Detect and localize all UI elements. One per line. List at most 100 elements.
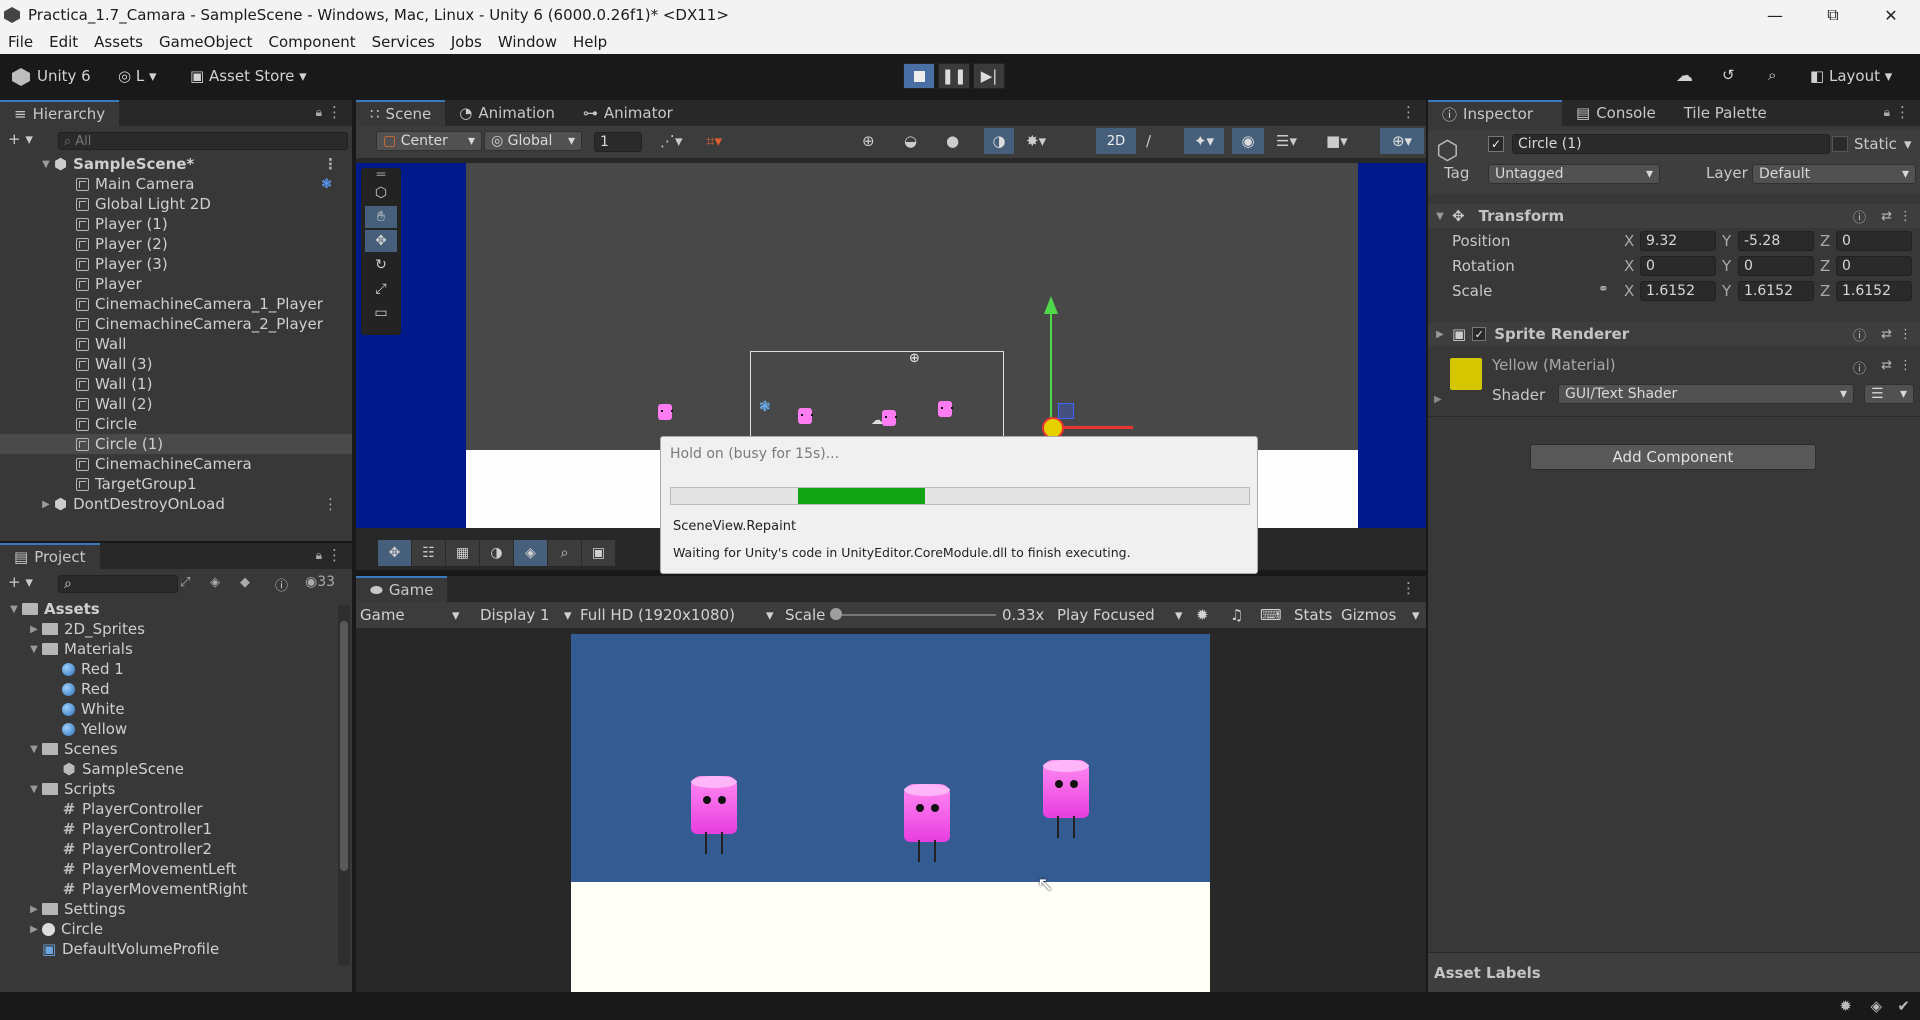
hierarchy-item[interactable]: TargetGroup1 bbox=[0, 474, 352, 494]
player-sprite[interactable] bbox=[658, 404, 673, 420]
resolution-dropdown[interactable]: Full HD (1920x1080) ▾ bbox=[580, 606, 774, 624]
move-overlay-icon[interactable]: ✥ bbox=[378, 540, 412, 566]
minimize-button[interactable]: — bbox=[1746, 0, 1804, 30]
material-expand-icon[interactable]: ▶ bbox=[1434, 394, 1442, 405]
menu-edit[interactable]: Edit bbox=[41, 33, 86, 51]
expanded-arrow-icon[interactable]: ▼ bbox=[28, 644, 40, 655]
collapsed-arrow-icon[interactable]: ▶ bbox=[28, 924, 40, 935]
audio-mute-icon[interactable]: ∕ bbox=[1146, 132, 1151, 150]
dontdestroy-menu-icon[interactable]: ⋮ bbox=[323, 495, 338, 513]
pause-button[interactable]: ❚❚ bbox=[938, 63, 970, 89]
tab-inspector[interactable]: ⓘ Inspector bbox=[1428, 100, 1562, 126]
hierarchy-item[interactable]: Main Camera ❃ bbox=[0, 174, 352, 194]
preset-icon[interactable]: ⇄ bbox=[1881, 358, 1892, 373]
rotation-x-input[interactable]: 0 bbox=[1640, 256, 1716, 276]
tab-animation[interactable]: ◔ Animation bbox=[445, 100, 569, 126]
hierarchy-item[interactable]: CinemachineCamera bbox=[0, 454, 352, 474]
tab-scene[interactable]: ∷ Scene bbox=[356, 100, 446, 126]
search-by-type-icon[interactable]: ⤢ bbox=[180, 575, 190, 590]
close-button[interactable]: ✕ bbox=[1862, 0, 1920, 30]
play-focus-dropdown[interactable]: Play Focused ▾ bbox=[1057, 606, 1183, 624]
active-checkbox[interactable]: ✓ bbox=[1488, 136, 1504, 152]
hierarchy-item[interactable]: Player (2) bbox=[0, 234, 352, 254]
expanded-arrow-icon[interactable]: ▼ bbox=[28, 784, 40, 795]
component-menu-icon[interactable]: ⋮ bbox=[1899, 327, 1912, 342]
scale-slider-track[interactable] bbox=[836, 614, 996, 616]
light-icon[interactable]: ☁ bbox=[871, 413, 883, 427]
rotate-tool-icon[interactable]: ↻ bbox=[365, 254, 397, 276]
hierarchy-item[interactable]: Circle (1) bbox=[0, 434, 352, 454]
layer-dropdown[interactable]: Default ▾ bbox=[1752, 164, 1916, 184]
scale-slider-thumb[interactable] bbox=[830, 608, 842, 620]
sliders-icon[interactable]: ☷ bbox=[412, 540, 446, 566]
lock-icon[interactable]: 🔒︎ bbox=[316, 105, 322, 120]
hierarchy-item[interactable]: Circle bbox=[0, 414, 352, 434]
zoom-icon[interactable]: ⌕ bbox=[548, 540, 582, 566]
project-item[interactable]: # PlayerController2 bbox=[48, 839, 212, 859]
hierarchy-item[interactable]: Wall (2) bbox=[0, 394, 352, 414]
debug-icon[interactable]: ✸▾ bbox=[1026, 132, 1046, 150]
draw-mode-icon[interactable]: ⊕ bbox=[862, 132, 875, 150]
y-arrow-icon[interactable] bbox=[1044, 296, 1058, 314]
scene-root[interactable]: ▼ ⬢ SampleScene* ⋮ bbox=[40, 154, 350, 174]
cinemachine-brain-icon[interactable]: ❃ bbox=[321, 177, 332, 192]
game-mode-dropdown[interactable]: Game ▾ bbox=[360, 606, 460, 624]
camera-icon[interactable]: ■▾ bbox=[1326, 132, 1348, 150]
help-icon[interactable]: ⓘ bbox=[1853, 325, 1866, 344]
project-item[interactable]: Red bbox=[48, 679, 110, 699]
tab-game[interactable]: ⬬ Game bbox=[356, 576, 448, 602]
y-axis-handle[interactable] bbox=[1050, 305, 1052, 427]
hierarchy-item[interactable]: Player (1) bbox=[0, 214, 352, 234]
gizmos-dropdown[interactable]: Gizmos ▾ bbox=[1341, 606, 1420, 624]
project-item[interactable]: ▼ Scripts bbox=[28, 779, 115, 799]
position-y-input[interactable]: -5.28 bbox=[1738, 231, 1814, 251]
preset-icon[interactable]: ⇄ bbox=[1881, 209, 1892, 224]
project-item[interactable]: Yellow bbox=[48, 719, 127, 739]
rect-tool-icon[interactable]: ▭ bbox=[365, 302, 397, 324]
project-item[interactable]: White bbox=[48, 699, 125, 719]
menu-window[interactable]: Window bbox=[490, 33, 565, 51]
player-sprite[interactable] bbox=[798, 408, 813, 424]
hierarchy-item[interactable]: Player bbox=[0, 274, 352, 294]
menu-jobs[interactable]: Jobs bbox=[443, 33, 490, 51]
menu-help[interactable]: Help bbox=[565, 33, 615, 51]
panel-menu-icon[interactable]: ⋮ bbox=[327, 546, 342, 564]
help-icon[interactable]: ⓘ bbox=[1853, 358, 1866, 377]
hidden-count[interactable]: ◉33 bbox=[305, 574, 335, 590]
project-search-input[interactable]: ⌕ bbox=[58, 575, 178, 593]
network-status-icon[interactable]: ◈ bbox=[1870, 997, 1882, 1015]
position-x-input[interactable]: 9.32 bbox=[1640, 231, 1716, 251]
project-item[interactable]: # PlayerController bbox=[48, 799, 203, 819]
sphere-overlay-icon[interactable]: ◑ bbox=[480, 540, 514, 566]
speaker-icon[interactable]: ♫ bbox=[1230, 606, 1243, 624]
lit-sphere-icon[interactable]: ● bbox=[946, 132, 959, 150]
material-swatch[interactable] bbox=[1450, 358, 1482, 390]
cloud-icon[interactable]: ☁ bbox=[1676, 66, 1693, 86]
lock-icon[interactable]: 🔒︎ bbox=[1884, 105, 1890, 120]
project-item[interactable]: ▼ Assets bbox=[8, 599, 100, 619]
bug-icon[interactable]: ✹ bbox=[1196, 606, 1209, 624]
warning-icon[interactable]: ⓘ bbox=[275, 575, 288, 594]
player-sprite[interactable] bbox=[882, 410, 897, 426]
space-dropdown[interactable]: ◎ Global ▾ bbox=[484, 131, 582, 151]
tab-console[interactable]: ▤ Console bbox=[1562, 100, 1670, 126]
component-menu-icon[interactable]: ⋮ bbox=[1899, 209, 1912, 224]
visibility-icon[interactable]: ◉ bbox=[1232, 128, 1264, 154]
game-panel-menu-icon[interactable]: ⋮ bbox=[1401, 579, 1416, 597]
check-status-icon[interactable]: ✔ bbox=[1897, 997, 1910, 1015]
pivot-handle-icon[interactable]: ⊕ bbox=[909, 351, 920, 366]
grid-snap-icon[interactable]: ⋰▾ bbox=[660, 132, 683, 150]
project-item[interactable]: ▶ Circle bbox=[28, 919, 103, 939]
layout-dropdown[interactable]: ◧ Layout ▾ bbox=[1810, 67, 1892, 85]
hierarchy-item[interactable]: CinemachineCamera_2_Player bbox=[0, 314, 352, 334]
project-scrollbar-thumb[interactable] bbox=[340, 621, 348, 871]
hierarchy-search-input[interactable]: ⌕ All bbox=[58, 132, 348, 150]
shading-icon[interactable]: ◒ bbox=[904, 132, 917, 150]
collapsed-arrow-icon[interactable]: ▶ bbox=[28, 904, 40, 915]
add-component-button[interactable]: Add Component bbox=[1530, 444, 1816, 470]
mode-2d-toggle[interactable]: 2D bbox=[1096, 128, 1136, 154]
restore-button[interactable]: ⧉ bbox=[1804, 0, 1862, 30]
tab-project[interactable]: ▤ Project bbox=[0, 543, 100, 569]
preset-icon[interactable]: ⇄ bbox=[1881, 327, 1892, 342]
expanded-arrow-icon[interactable]: ▼ bbox=[8, 604, 20, 615]
